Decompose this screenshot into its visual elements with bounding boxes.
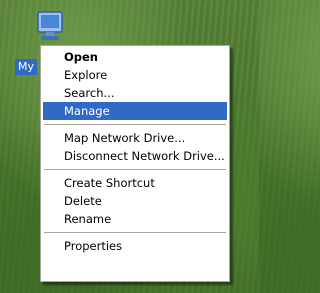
context-menu: Open Explore Search... Manage Map Networ… <box>40 45 230 282</box>
menu-separator <box>44 169 226 170</box>
menu-item-explore[interactable]: Explore <box>43 66 227 84</box>
menu-item-search[interactable]: Search... <box>43 84 227 102</box>
desktop-icon-label[interactable]: My <box>15 59 38 75</box>
menu-item-delete[interactable]: Delete <box>43 192 227 210</box>
menu-item-disconnect-network-drive[interactable]: Disconnect Network Drive... <box>43 147 227 165</box>
menu-separator <box>44 124 226 125</box>
menu-item-manage[interactable]: Manage <box>43 102 227 120</box>
menu-item-map-network-drive[interactable]: Map Network Drive... <box>43 129 227 147</box>
menu-separator <box>44 232 226 233</box>
my-network-places-icon[interactable] <box>33 9 67 43</box>
menu-item-open[interactable]: Open <box>43 48 227 66</box>
menu-item-rename[interactable]: Rename <box>43 210 227 228</box>
menu-item-properties[interactable]: Properties <box>43 237 227 255</box>
menu-item-create-shortcut[interactable]: Create Shortcut <box>43 174 227 192</box>
